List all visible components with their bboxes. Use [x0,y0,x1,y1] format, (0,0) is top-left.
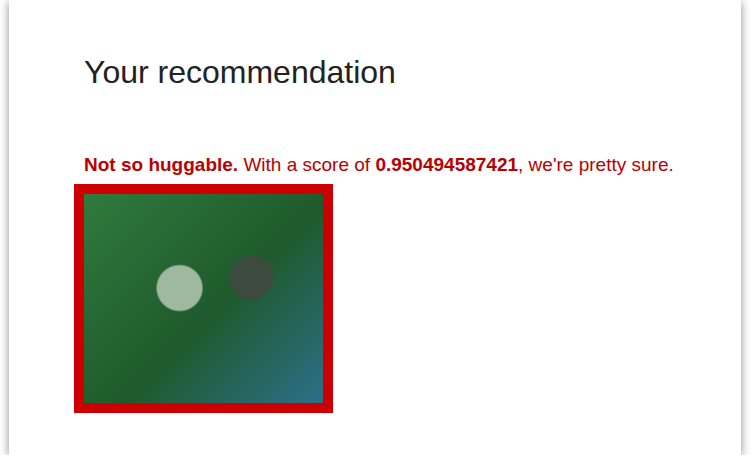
verdict: Not so huggable. [84,154,238,175]
page-heading: Your recommendation [74,52,396,92]
score: 0.950494587421 [375,154,518,175]
result-card: Your recommendation Not so huggable. Wit… [9,0,741,455]
result-line: Not so huggable. With a score of 0.95049… [74,152,674,178]
photo-frame [74,184,333,413]
photograph [84,194,323,403]
score-prefix: With a score of [243,154,375,175]
score-suffix: , we're pretty sure. [518,154,674,175]
